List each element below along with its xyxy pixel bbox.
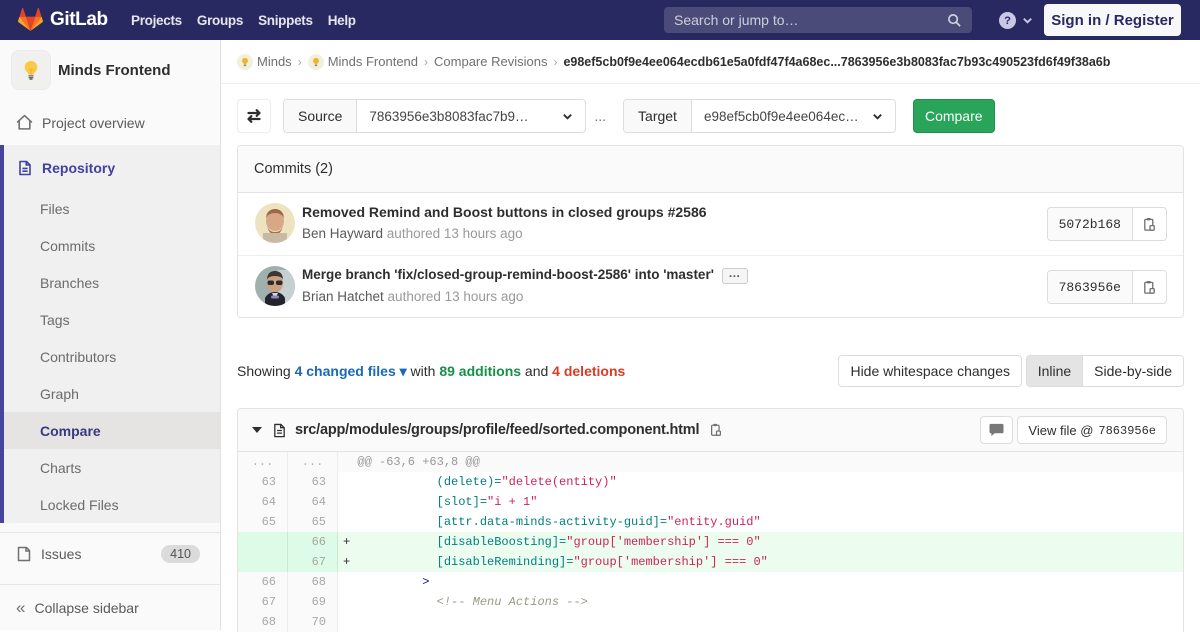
svg-text:?: ? (1004, 15, 1011, 27)
